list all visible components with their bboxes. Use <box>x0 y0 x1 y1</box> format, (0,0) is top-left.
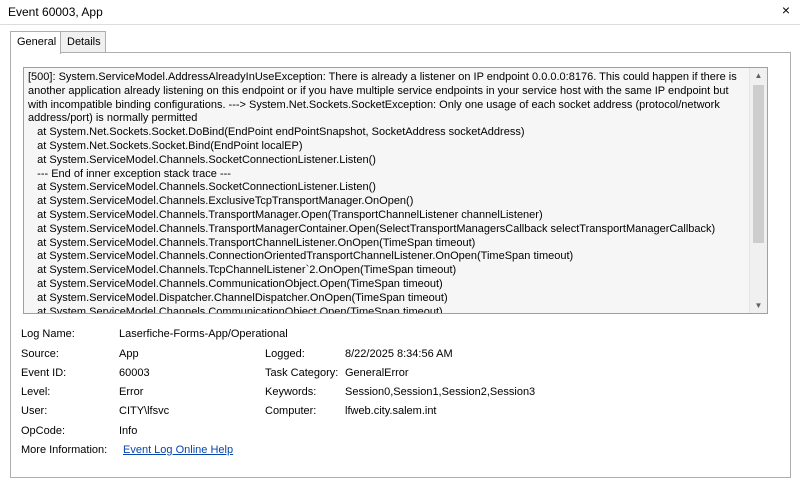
opcode-label: OpCode: <box>21 425 66 437</box>
keywords-value: Session0,Session1,Session2,Session3 <box>345 386 536 398</box>
level-value: Error <box>119 386 144 398</box>
general-panel: [500]: System.ServiceModel.AddressAlread… <box>10 52 791 478</box>
close-icon[interactable]: × <box>778 2 794 18</box>
log-name-label: Log Name: <box>21 328 75 340</box>
tab-general[interactable]: General <box>10 31 61 54</box>
user-label: User: <box>21 405 48 417</box>
logged-label: Logged: <box>265 348 305 360</box>
more-info-label: More Information: <box>21 444 108 456</box>
vertical-scrollbar[interactable]: ▲ ▼ <box>749 68 767 313</box>
keywords-label: Keywords: <box>265 386 317 398</box>
event-log-help-link[interactable]: Event Log Online Help <box>123 444 233 456</box>
source-label: Source: <box>21 348 59 360</box>
tab-details[interactable]: Details <box>60 31 106 52</box>
description-box[interactable]: [500]: System.ServiceModel.AddressAlread… <box>23 67 768 314</box>
scroll-thumb[interactable] <box>753 85 764 243</box>
event-id-value: 60003 <box>119 367 150 379</box>
task-category-label: Task Category: <box>265 367 339 379</box>
logged-value: 8/22/2025 8:34:56 AM <box>345 348 453 360</box>
opcode-value: Info <box>119 425 138 437</box>
log-name-value: Laserfiche-Forms-App/Operational <box>119 328 288 340</box>
task-category-value: GeneralError <box>345 367 409 379</box>
user-value: CITY\lfsvc <box>119 405 170 417</box>
description-text[interactable]: [500]: System.ServiceModel.AddressAlread… <box>24 68 748 313</box>
computer-value: lfweb.city.salem.int <box>345 405 437 417</box>
event-id-label: Event ID: <box>21 367 67 379</box>
title-bar: Event 60003, App × <box>0 0 800 25</box>
source-value: App <box>119 348 139 360</box>
computer-label: Computer: <box>265 405 317 417</box>
window-title: Event 60003, App <box>8 5 103 19</box>
scroll-down-icon[interactable]: ▼ <box>750 298 767 313</box>
level-label: Level: <box>21 386 51 398</box>
scroll-up-icon[interactable]: ▲ <box>750 68 767 83</box>
